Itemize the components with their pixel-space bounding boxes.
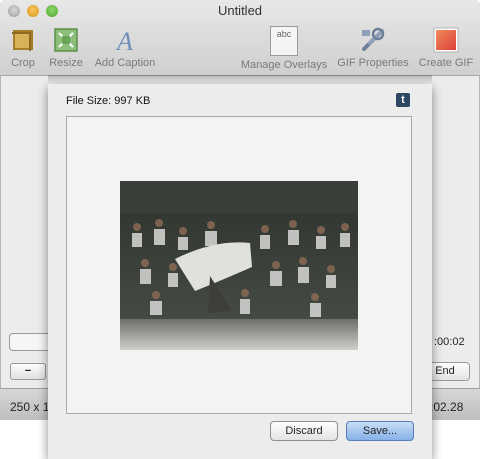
window-title: Untitled xyxy=(217,3,263,18)
time-readout: :00:02 xyxy=(434,336,465,348)
dimensions-text: 250 x 1 xyxy=(10,400,50,414)
caption-label: Add Caption xyxy=(94,57,156,69)
file-size-label: File Size: 997 KB xyxy=(66,95,151,107)
gif-preview-image xyxy=(120,181,358,350)
gif-properties-tool-button[interactable]: GIF Properties xyxy=(334,26,412,69)
manage-overlays-tool-button[interactable]: abc Manage Overlays xyxy=(238,26,330,71)
gif-properties-label: GIF Properties xyxy=(337,57,409,69)
crop-icon xyxy=(9,26,37,54)
caption-icon: A xyxy=(111,26,139,56)
create-gif-label: Create GIF xyxy=(418,57,474,69)
time-field[interactable] xyxy=(9,333,53,351)
resize-tool-button[interactable]: Resize xyxy=(46,26,86,69)
overlays-label: Manage Overlays xyxy=(240,59,328,71)
gif-preview-area xyxy=(66,116,412,414)
add-caption-tool-button[interactable]: A Add Caption xyxy=(90,26,160,69)
title-toolbar: Untitled Crop Resize A Add Caption abc M… xyxy=(0,0,480,76)
create-gif-tool-button[interactable]: Create GIF xyxy=(416,26,476,69)
tumblr-share-button[interactable]: t xyxy=(396,93,410,107)
resize-label: Resize xyxy=(49,57,83,69)
save-button[interactable]: Save... xyxy=(346,421,414,441)
crop-tool-button[interactable]: Crop xyxy=(6,26,40,69)
svg-text:A: A xyxy=(115,27,133,54)
save-sheet: File Size: 997 KB t Discard Save... xyxy=(48,84,432,459)
sheet-shadow xyxy=(48,75,432,84)
tools-icon xyxy=(359,26,387,54)
create-gif-icon xyxy=(432,26,460,54)
minus-button[interactable]: − xyxy=(10,363,46,380)
discard-button[interactable]: Discard xyxy=(270,421,338,441)
overlays-icon: abc xyxy=(270,26,298,56)
crop-label: Crop xyxy=(11,57,35,69)
duration-text: :02.28 xyxy=(430,400,464,414)
resize-icon xyxy=(52,26,80,54)
